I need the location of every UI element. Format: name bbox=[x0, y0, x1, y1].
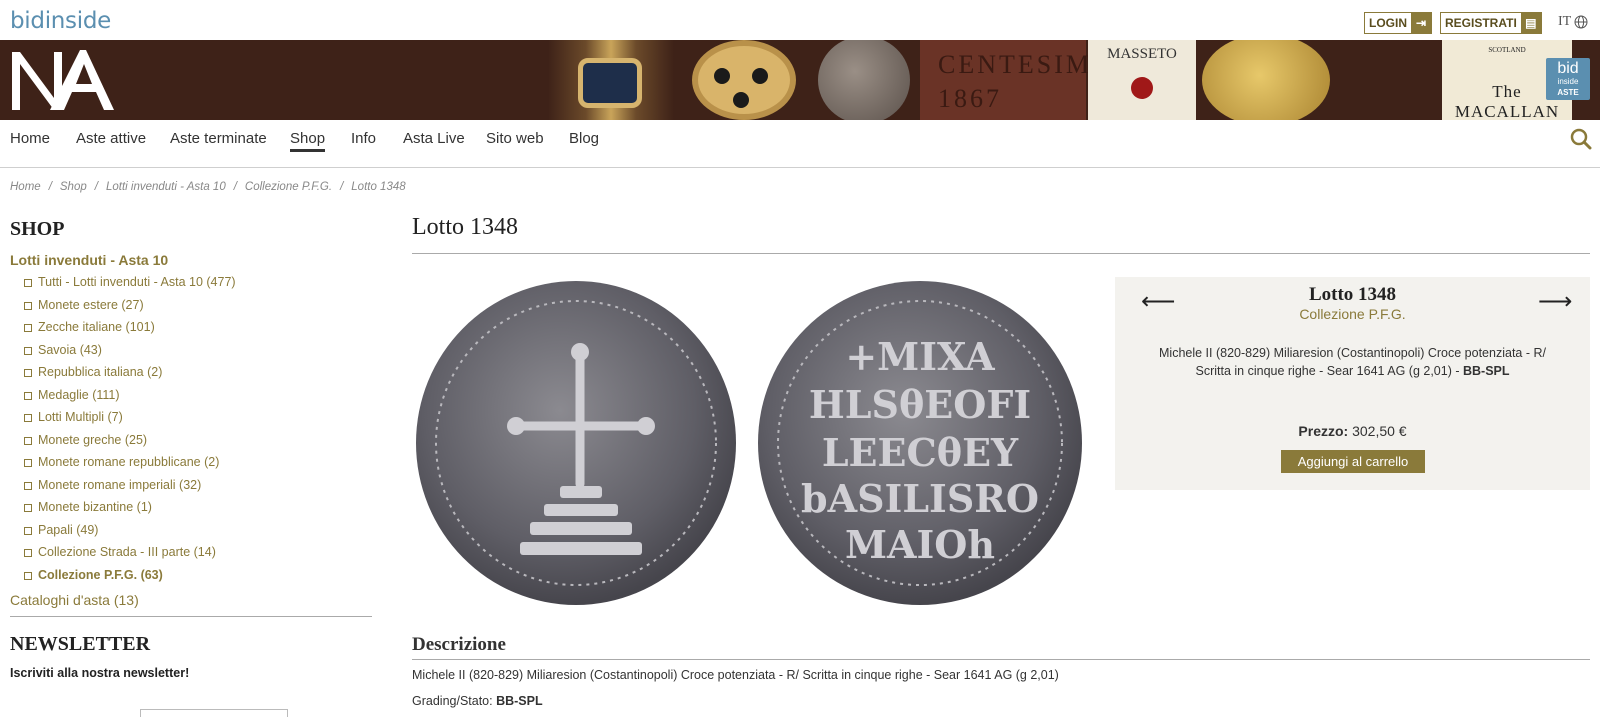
banner-centesimi-image: CENTESIMI 1867 bbox=[920, 40, 1101, 120]
banner-masseto-image: MASSETO bbox=[1088, 40, 1196, 120]
badge-line2: inside bbox=[1557, 77, 1579, 86]
grading-row: Grading/Stato: BB-SPL bbox=[412, 694, 543, 708]
category-item[interactable]: Collezione Strada - III parte (14) bbox=[10, 541, 372, 564]
nav-info[interactable]: Info bbox=[351, 130, 376, 147]
category-item[interactable]: Monete greche (25) bbox=[10, 429, 372, 452]
header-banner: CENTESIMI 1867 MASSETO SCOTLAND The MACA… bbox=[0, 40, 1600, 120]
na-monogram-logo[interactable] bbox=[10, 46, 114, 112]
login-icon: ⇥ bbox=[1411, 13, 1431, 33]
category-item[interactable]: Tutti - Lotti invenduti - Asta 10 (477) bbox=[10, 271, 372, 294]
newsletter-title: NEWSLETTER bbox=[10, 633, 151, 655]
lot-price: Prezzo: 302,50 € bbox=[1115, 423, 1590, 439]
grading-label: Grading/Stato: bbox=[412, 694, 493, 708]
nav-aste-terminate[interactable]: Aste terminate bbox=[170, 130, 267, 147]
breadcrumb: Home / Shop / Lotti invenduti - Asta 10/ C… bbox=[10, 181, 406, 193]
category-item-active[interactable]: Collezione P.F.G. (63) bbox=[10, 564, 372, 587]
newsletter-subtitle: Iscriviti alla nostra newsletter! bbox=[10, 666, 190, 680]
banner-scotland-text: SCOTLAND bbox=[1488, 46, 1526, 54]
coin-reverse-line1: +MIXA bbox=[845, 334, 995, 379]
bidinside-aste-badge: bid inside ASTE bbox=[1546, 58, 1590, 100]
sidebar-divider bbox=[10, 616, 372, 617]
description-title: Descrizione bbox=[412, 634, 506, 655]
badge-line3: ASTE bbox=[1557, 88, 1579, 97]
breadcrumb-shop[interactable]: Shop bbox=[60, 181, 87, 193]
sidebar-main-category[interactable]: Lotti invenduti - Asta 10 bbox=[10, 252, 372, 268]
nav-sito-web[interactable]: Sito web bbox=[486, 130, 544, 147]
category-list: Tutti - Lotti invenduti - Asta 10 (477) … bbox=[10, 271, 372, 586]
register-button[interactable]: REGISTRATI ▤ bbox=[1440, 12, 1542, 34]
top-bar: bidinside LOGIN ⇥ REGISTRATI ▤ IT bbox=[0, 0, 1600, 40]
category-item[interactable]: Repubblica italiana (2) bbox=[10, 361, 372, 384]
sidebar-title: SHOP bbox=[10, 218, 65, 240]
breadcrumb-category[interactable]: Lotti invenduti - Asta 10 bbox=[106, 181, 226, 193]
breadcrumb-current: Lotto 1348 bbox=[351, 181, 406, 193]
lot-grade: BB-SPL bbox=[1462, 364, 1510, 378]
category-item[interactable]: Medaglie (111) bbox=[10, 384, 372, 407]
coin-reverse-line2: HLSθEOFI bbox=[809, 382, 1031, 427]
category-item[interactable]: Papali (49) bbox=[10, 519, 372, 542]
banner-gold-coin-image bbox=[1196, 40, 1336, 120]
coin-reverse: +MIXA HLSθEOFI LEECθEY bASILISRO MAIOh bbox=[758, 281, 1082, 605]
category-item[interactable]: Monete bizantine (1) bbox=[10, 496, 372, 519]
description-divider bbox=[412, 659, 1590, 660]
category-item[interactable]: Lotti Multipli (7) bbox=[10, 406, 372, 429]
title-divider bbox=[412, 253, 1590, 254]
nav-shop[interactable]: Shop bbox=[290, 130, 326, 152]
sidebar-catalogues-link[interactable]: Cataloghi d'asta (13) bbox=[10, 592, 372, 608]
banner-masseto-text: MASSETO bbox=[1107, 46, 1177, 62]
page-title: Lotto 1348 bbox=[412, 214, 518, 240]
coin-reverse-line3: LEECθEY bbox=[822, 430, 1019, 475]
badge-line1: bid bbox=[1557, 60, 1579, 77]
banner-chronograph-image bbox=[680, 40, 810, 120]
breadcrumb-collection[interactable]: Collezione P.F.G. bbox=[245, 181, 332, 193]
coin-reverse-line4: bASILISRO bbox=[801, 476, 1039, 521]
banner-coin-portrait-image bbox=[810, 40, 920, 120]
login-label: LOGIN bbox=[1369, 16, 1407, 30]
nav-asta-live[interactable]: Asta Live bbox=[403, 130, 465, 147]
site-logo[interactable]: bidinside bbox=[10, 8, 111, 34]
main-nav: Home Aste attive Aste terminate Shop Inf… bbox=[0, 120, 1600, 168]
id-card-icon: ▤ bbox=[1520, 13, 1541, 33]
banner-watch-image bbox=[548, 40, 674, 120]
category-item[interactable]: Monete romane repubblicane (2) bbox=[10, 451, 372, 474]
breadcrumb-home[interactable]: Home bbox=[10, 181, 41, 193]
coin-reverse-line5: MAIOh bbox=[845, 522, 995, 567]
sidebar: SHOP Lotti invenduti - Asta 10 Tutti - L… bbox=[10, 218, 372, 717]
add-to-cart-button[interactable]: Aggiungi al carrello bbox=[1281, 450, 1425, 473]
lot-description: Michele II (820-829) Miliaresion (Costan… bbox=[1157, 344, 1548, 380]
nav-aste-attive[interactable]: Aste attive bbox=[76, 130, 146, 147]
login-button[interactable]: LOGIN ⇥ bbox=[1364, 12, 1432, 34]
nav-home[interactable]: Home bbox=[10, 130, 50, 147]
category-item[interactable]: Zecche italiane (101) bbox=[10, 316, 372, 339]
lot-info-panel: ⟵ ⟶ Lotto 1348 Collezione P.F.G. Michele… bbox=[1115, 277, 1590, 490]
price-label: Prezzo: bbox=[1298, 423, 1349, 439]
grading-value: BB-SPL bbox=[496, 694, 543, 708]
nav-blog[interactable]: Blog bbox=[569, 130, 599, 147]
newsletter-email-input[interactable] bbox=[140, 709, 288, 717]
category-item[interactable]: Monete estere (27) bbox=[10, 294, 372, 317]
category-item[interactable]: Savoia (43) bbox=[10, 339, 372, 362]
language-label: IT bbox=[1558, 14, 1572, 29]
description-text: Michele II (820-829) Miliaresion (Costan… bbox=[412, 668, 1059, 682]
globe-icon bbox=[1574, 15, 1588, 29]
price-value: 302,50 € bbox=[1352, 423, 1407, 439]
coin-obverse bbox=[416, 281, 736, 605]
search-icon[interactable] bbox=[1570, 128, 1592, 150]
lot-collection[interactable]: Collezione P.F.G. bbox=[1115, 306, 1590, 322]
register-label: REGISTRATI bbox=[1445, 16, 1517, 30]
coin-image[interactable]: +MIXA HLSθEOFI LEECθEY bASILISRO MAIOh bbox=[414, 278, 1086, 608]
category-item[interactable]: Monete romane imperiali (32) bbox=[10, 474, 372, 497]
lot-title: Lotto 1348 bbox=[1308, 284, 1397, 305]
banner-centesimi-text: CENTESIMI 1867 bbox=[938, 50, 1104, 113]
language-selector[interactable]: IT bbox=[1558, 14, 1588, 30]
